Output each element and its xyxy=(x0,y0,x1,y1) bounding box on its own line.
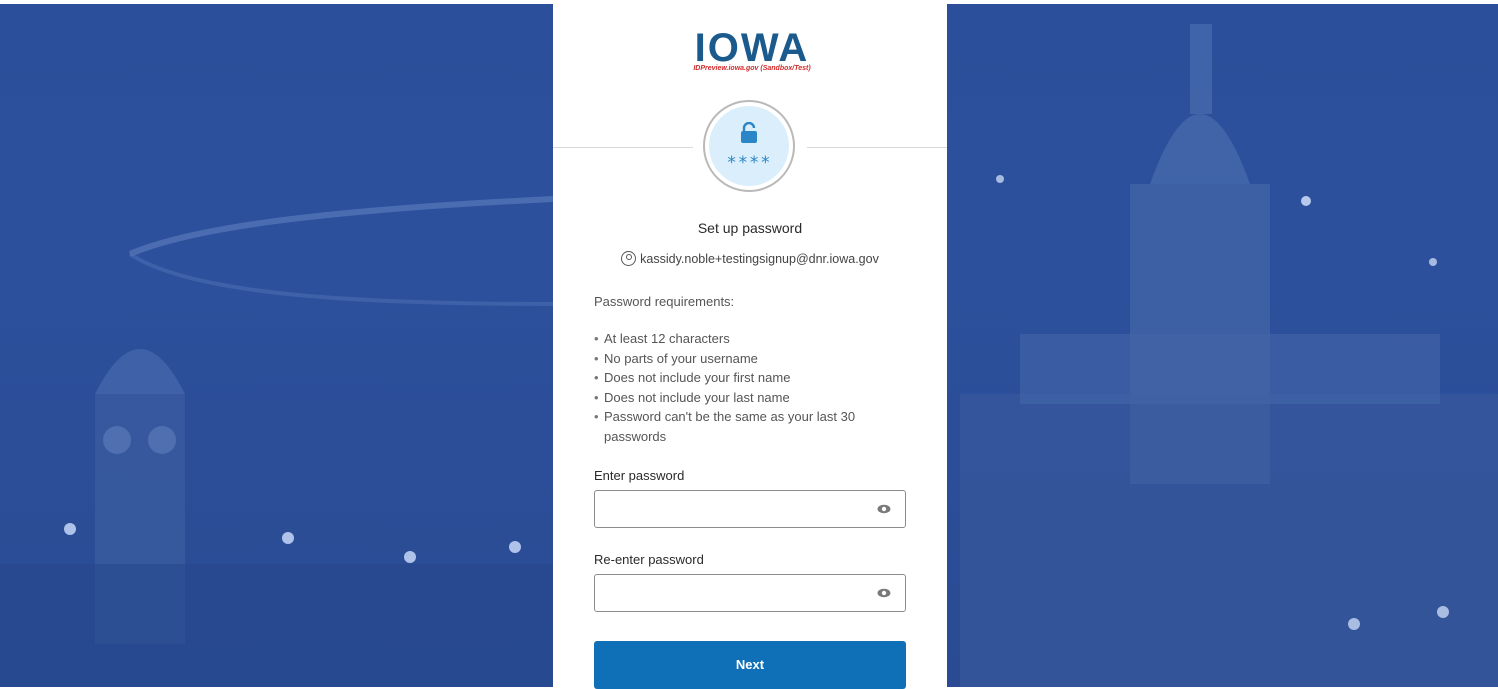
confirm-password-input[interactable] xyxy=(603,581,867,607)
user-identifier: kassidy.noble+testingsignup@dnr.iowa.gov xyxy=(553,251,947,266)
password-label: Enter password xyxy=(594,468,685,483)
eye-icon[interactable] xyxy=(877,504,891,514)
requirement-item: Does not include your first name xyxy=(594,368,894,388)
requirements-heading: Password requirements: xyxy=(594,294,735,309)
next-button[interactable]: Next xyxy=(594,641,906,689)
requirement-item: Does not include your last name xyxy=(594,388,894,408)
password-stars: **** xyxy=(726,153,772,173)
iowa-logo: IOWA IDPreview.iowa.gov (Sandbox/Test) xyxy=(682,26,822,78)
password-field[interactable] xyxy=(594,490,906,528)
requirement-item: No parts of your username xyxy=(594,349,894,369)
logo-subtitle: IDPreview.iowa.gov (Sandbox/Test) xyxy=(693,65,811,72)
sign-in-card: IOWA IDPreview.iowa.gov (Sandbox/Test) *… xyxy=(553,0,947,689)
divider-right xyxy=(807,147,947,148)
user-circle-icon xyxy=(621,251,637,266)
password-input[interactable] xyxy=(603,497,867,523)
lock-open-icon xyxy=(741,122,757,143)
confirm-password-label: Re-enter password xyxy=(594,552,704,567)
password-factor-badge: **** xyxy=(703,100,795,192)
requirements-list: At least 12 characters No parts of your … xyxy=(594,329,894,446)
requirement-item: Password can't be the same as your last … xyxy=(594,407,894,446)
user-email: kassidy.noble+testingsignup@dnr.iowa.gov xyxy=(640,252,879,266)
divider-left xyxy=(553,147,693,148)
page-title: Set up password xyxy=(697,220,803,236)
confirm-password-field[interactable] xyxy=(594,574,906,612)
eye-icon[interactable] xyxy=(877,588,891,598)
requirement-item: At least 12 characters xyxy=(594,329,894,349)
